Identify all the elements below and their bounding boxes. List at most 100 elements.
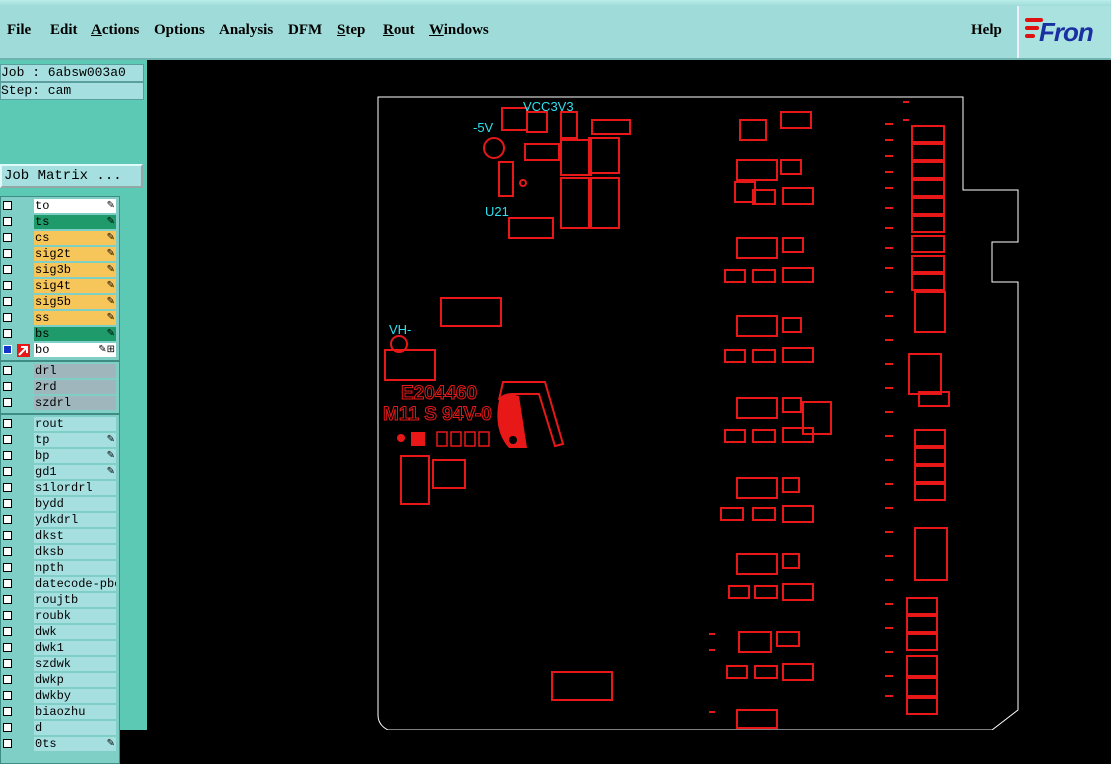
layer-checkbox[interactable] xyxy=(3,515,12,524)
layer-row-cs[interactable]: cs ✎ xyxy=(1,231,118,246)
layer-row-dwkby[interactable]: dwkby xyxy=(1,689,118,704)
layer-row-gd1[interactable]: gd1 ✎ xyxy=(1,465,118,480)
layer-row-rout[interactable]: rout xyxy=(1,417,118,432)
layer-row-dwk[interactable]: dwk xyxy=(1,625,118,640)
affected-toggle[interactable] xyxy=(17,264,30,277)
layer-checkbox[interactable] xyxy=(3,611,12,620)
layer-checkbox[interactable] xyxy=(3,249,12,258)
layer-row-bo[interactable]: bo ✎⊞ xyxy=(1,343,118,358)
job-matrix-button[interactable]: Job Matrix ... xyxy=(0,164,143,188)
affected-toggle[interactable] xyxy=(17,578,30,591)
affected-toggle[interactable] xyxy=(17,626,30,639)
layer-checkbox[interactable] xyxy=(3,201,12,210)
layer-checkbox[interactable] xyxy=(3,691,12,700)
layer-row-ts[interactable]: ts ✎ xyxy=(1,215,118,230)
layer-row-bs[interactable]: bs ✎ xyxy=(1,327,118,342)
affected-toggle[interactable] xyxy=(17,381,30,394)
menu-rout[interactable]: Rout xyxy=(383,22,415,39)
layer-checkbox[interactable] xyxy=(3,739,12,748)
layer-checkbox[interactable] xyxy=(3,467,12,476)
layer-row-biaozhu[interactable]: biaozhu xyxy=(1,705,118,720)
layer-checkbox[interactable] xyxy=(3,531,12,540)
affected-toggle[interactable] xyxy=(17,450,30,463)
layer-checkbox[interactable] xyxy=(3,563,12,572)
layer-row-szdrl[interactable]: szdrl xyxy=(1,396,118,411)
affected-toggle[interactable] xyxy=(17,248,30,261)
layer-row-drl[interactable]: drl xyxy=(1,364,118,379)
layer-checkbox[interactable] xyxy=(3,281,12,290)
layer-checkbox[interactable] xyxy=(3,595,12,604)
layer-row-ydkdrl[interactable]: ydkdrl xyxy=(1,513,118,528)
affected-toggle[interactable] xyxy=(17,397,30,410)
layer-checkbox[interactable] xyxy=(3,707,12,716)
affected-toggle[interactable] xyxy=(17,562,30,575)
menu-help[interactable]: Help xyxy=(971,22,1002,39)
layer-row-ss[interactable]: ss ✎ xyxy=(1,311,118,326)
affected-toggle[interactable] xyxy=(17,546,30,559)
affected-toggle[interactable] xyxy=(17,200,30,213)
layer-row-to[interactable]: to ✎ xyxy=(1,199,118,214)
menu-dfm[interactable]: DFM xyxy=(288,22,322,39)
affected-toggle[interactable] xyxy=(17,312,30,325)
affected-toggle[interactable] xyxy=(17,690,30,703)
layer-checkbox[interactable] xyxy=(3,382,12,391)
affected-toggle[interactable] xyxy=(17,365,30,378)
affected-toggle[interactable] xyxy=(17,216,30,229)
affected-toggle[interactable] xyxy=(17,722,30,735)
affected-toggle[interactable] xyxy=(17,514,30,527)
menu-actions[interactable]: Actions xyxy=(91,22,139,39)
affected-toggle[interactable] xyxy=(17,418,30,431)
affected-toggle[interactable] xyxy=(17,232,30,245)
affected-toggle[interactable] xyxy=(17,594,30,607)
layer-checkbox[interactable] xyxy=(3,297,12,306)
layer-checkbox[interactable] xyxy=(3,659,12,668)
layer-row-sig3b[interactable]: sig3b ✎ xyxy=(1,263,118,278)
layer-checkbox[interactable] xyxy=(3,366,12,375)
layer-row-npth[interactable]: npth xyxy=(1,561,118,576)
layer-row-dwkp[interactable]: dwkp xyxy=(1,673,118,688)
layer-checkbox[interactable] xyxy=(3,627,12,636)
layer-checkbox[interactable] xyxy=(3,723,12,732)
layer-row-szdwk[interactable]: szdwk xyxy=(1,657,118,672)
menu-analysis[interactable]: Analysis xyxy=(219,22,273,39)
layer-row-roujtb[interactable]: roujtb xyxy=(1,593,118,608)
layer-checkbox[interactable] xyxy=(3,329,12,338)
layer-row-roubk[interactable]: roubk xyxy=(1,609,118,624)
layer-row-bp[interactable]: bp ✎ xyxy=(1,449,118,464)
menu-windows[interactable]: Windows xyxy=(429,22,489,39)
layer-row-dwk1[interactable]: dwk1 xyxy=(1,641,118,656)
layer-checkbox[interactable] xyxy=(3,451,12,460)
layer-checkbox[interactable] xyxy=(3,579,12,588)
layer-checkbox[interactable] xyxy=(3,313,12,322)
affected-toggle[interactable] xyxy=(17,296,30,309)
layer-row-bydd[interactable]: bydd xyxy=(1,497,118,512)
layer-checkbox[interactable] xyxy=(3,217,12,226)
menu-options[interactable]: Options xyxy=(154,22,205,39)
affected-toggle[interactable] xyxy=(17,738,30,751)
layer-row-datecode-pbc[interactable]: datecode-pbc xyxy=(1,577,118,592)
graphic-canvas[interactable]: VCC3V3 -5V U21 VH- E204460 M11 S 94V-0 xyxy=(147,60,1111,731)
layer-checkbox[interactable] xyxy=(3,419,12,428)
layer-row-dksb[interactable]: dksb xyxy=(1,545,118,560)
affected-toggle[interactable] xyxy=(17,658,30,671)
affected-toggle[interactable] xyxy=(17,482,30,495)
menu-step[interactable]: Step xyxy=(337,22,365,39)
layer-row-d[interactable]: d xyxy=(1,721,118,736)
affected-toggle[interactable] xyxy=(17,328,30,341)
affected-toggle[interactable] xyxy=(17,706,30,719)
layer-checkbox[interactable] xyxy=(3,345,12,354)
layer-row-sig5b[interactable]: sig5b ✎ xyxy=(1,295,118,310)
layer-row-dkst[interactable]: dkst xyxy=(1,529,118,544)
menu-edit[interactable]: Edit xyxy=(50,22,78,39)
layer-row-0ts[interactable]: 0ts ✎ xyxy=(1,737,118,752)
layer-row-2rd[interactable]: 2rd xyxy=(1,380,118,395)
affected-toggle[interactable] xyxy=(17,642,30,655)
layer-checkbox[interactable] xyxy=(3,265,12,274)
affected-toggle[interactable] xyxy=(17,530,30,543)
layer-checkbox[interactable] xyxy=(3,398,12,407)
layer-checkbox[interactable] xyxy=(3,643,12,652)
layer-row-tp[interactable]: tp ✎ xyxy=(1,433,118,448)
layer-checkbox[interactable] xyxy=(3,675,12,684)
layer-row-s1lordrl[interactable]: s1lordrl xyxy=(1,481,118,496)
affected-toggle[interactable] xyxy=(17,434,30,447)
